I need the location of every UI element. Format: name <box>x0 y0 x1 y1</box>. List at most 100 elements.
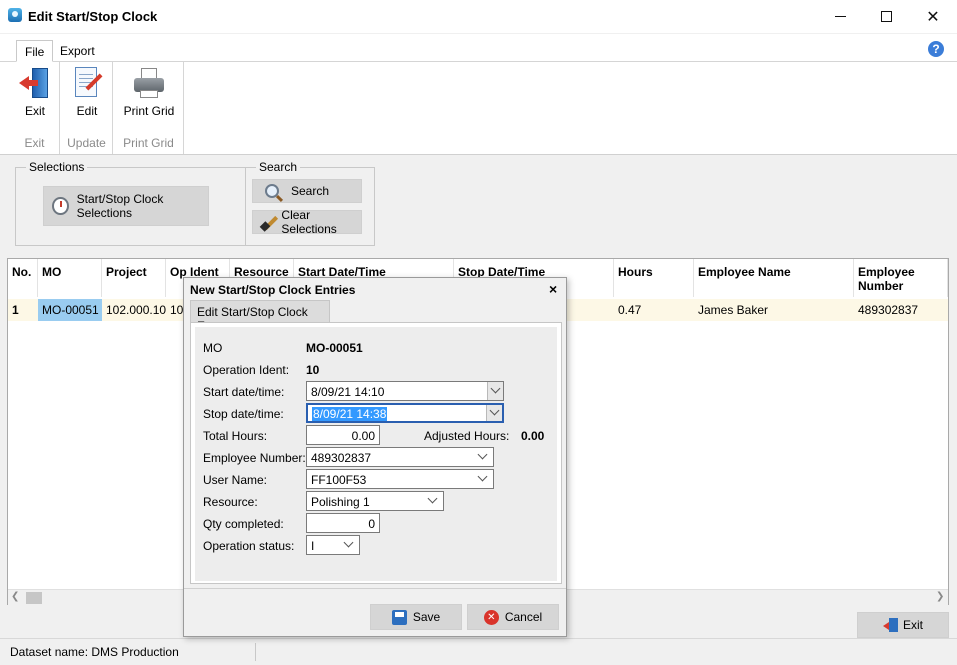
resource-select[interactable]: Polishing 1 <box>306 491 444 511</box>
cell-hours: 0.47 <box>618 303 642 317</box>
broom-icon <box>261 214 277 230</box>
operation-status-label: Operation status: <box>203 539 295 553</box>
chevron-down-icon <box>427 493 438 504</box>
column-header-employee-name[interactable]: Employee Name <box>694 259 854 297</box>
cell-employee-number: 489302837 <box>858 303 919 317</box>
chevron-down-icon <box>477 471 488 482</box>
start-date-label: Start date/time: <box>203 385 285 399</box>
mo-value: MO-00051 <box>306 341 363 355</box>
save-disk-icon <box>391 609 407 625</box>
close-window-button[interactable]: ✕ <box>910 0 956 33</box>
start-date-time-input[interactable]: 8/09/21 14:10 <box>306 381 504 401</box>
search-button-label: Search <box>291 184 330 198</box>
print-grid-ribbon-button[interactable]: Print Grid <box>114 66 184 118</box>
exit-ribbon-button[interactable]: Exit <box>10 66 60 118</box>
dialog-divider <box>184 588 566 589</box>
status-divider <box>255 643 256 661</box>
user-name-value: FF100F53 <box>311 473 367 487</box>
total-hours-label: Total Hours: <box>203 429 268 443</box>
resource-value: Polishing 1 <box>311 495 370 509</box>
maximize-button[interactable] <box>863 0 909 33</box>
qty-completed-label: Qty completed: <box>203 517 284 531</box>
column-header-project[interactable]: Project <box>102 259 166 297</box>
group-label-update: Update <box>67 136 106 150</box>
tab-edit-clock-entry[interactable]: Edit Start/Stop Clock Entry <box>190 300 330 333</box>
cancel-x-icon: ✕ <box>483 609 499 625</box>
dialog-close-icon[interactable]: × <box>549 281 557 297</box>
selections-panel: Selections Start/Stop Clock Selections <box>15 160 246 246</box>
operation-status-select[interactable]: I <box>306 535 360 555</box>
adjusted-hours-value: 0.00 <box>521 429 545 443</box>
scrollbar-thumb[interactable] <box>26 592 42 604</box>
app-icon <box>8 8 22 22</box>
chevron-down-icon <box>489 405 500 416</box>
chevron-down-icon <box>490 383 501 394</box>
cell-no: 1 <box>12 303 19 317</box>
qty-completed-input[interactable]: 0 <box>306 513 380 533</box>
cancel-button-label: Cancel <box>504 610 543 624</box>
search-button[interactable]: Search <box>252 179 362 203</box>
group-label-print-grid: Print Grid <box>123 136 174 150</box>
chevron-down-icon <box>477 449 488 460</box>
user-name-label: User Name: <box>203 473 268 487</box>
exit-button-label: Exit <box>902 618 923 632</box>
adjusted-hours-label: Adjusted Hours: <box>424 429 510 443</box>
title-bar: Edit Start/Stop Clock ✕ <box>0 0 957 33</box>
stop-date-dropdown-button[interactable] <box>486 405 502 421</box>
stop-date-label: Stop date/time: <box>203 407 284 421</box>
edit-ribbon-button[interactable]: Edit <box>61 66 113 118</box>
window-title: Edit Start/Stop Clock <box>28 9 158 24</box>
status-bar: Dataset name: DMS Production <box>0 638 957 665</box>
operation-ident-value: 10 <box>306 363 320 377</box>
search-panel: Search Search Clear Selections <box>245 160 375 246</box>
start-date-dropdown-button[interactable] <box>487 382 503 400</box>
cancel-button[interactable]: ✕ Cancel <box>467 604 559 630</box>
minimize-icon <box>834 15 846 18</box>
new-clock-entry-dialog: New Start/Stop Clock Entries × Edit Star… <box>183 277 567 637</box>
exit-ribbon-label: Exit <box>24 104 45 118</box>
exit-door-icon <box>18 66 52 100</box>
ribbon-group-print: Print Grid Print Grid <box>114 62 184 154</box>
clear-selections-label: Clear Selections <box>281 208 337 236</box>
magnifier-icon <box>265 184 279 198</box>
user-name-select[interactable]: FF100F53 <box>306 469 494 489</box>
exit-button[interactable]: Exit <box>857 612 949 638</box>
tab-export[interactable]: Export <box>52 40 103 62</box>
dialog-title: New Start/Stop Clock Entries <box>190 283 356 297</box>
dialog-panel: MO MO-00051 Operation Ident: 10 Start da… <box>190 322 562 584</box>
save-button[interactable]: Save <box>370 604 462 630</box>
printer-icon <box>132 66 166 100</box>
dialog-form: MO MO-00051 Operation Ident: 10 Start da… <box>195 327 557 581</box>
scroll-right-icon[interactable]: ❯ <box>936 591 944 602</box>
print-grid-ribbon-label: Print Grid <box>123 104 175 118</box>
clear-selections-button[interactable]: Clear Selections <box>252 208 362 236</box>
maximize-icon <box>880 11 892 22</box>
start-date-time-value: 8/09/21 14:10 <box>311 385 385 399</box>
stop-date-time-value: 8/09/21 14:38 <box>312 407 388 421</box>
minimize-button[interactable] <box>817 0 863 33</box>
mo-label: MO <box>203 341 223 355</box>
save-button-label: Save <box>412 610 441 624</box>
dataset-name-status: Dataset name: DMS Production <box>10 645 179 659</box>
stop-date-time-input[interactable]: 8/09/21 14:38 <box>306 403 504 423</box>
ribbon-tabs: File Export ? <box>0 34 957 62</box>
total-hours-input[interactable]: 0.00 <box>306 425 380 445</box>
operation-status-value: I <box>311 539 315 553</box>
exit-door-icon <box>882 617 899 633</box>
column-header-hours[interactable]: Hours <box>614 259 694 297</box>
column-header-mo[interactable]: MO <box>38 259 102 297</box>
tab-file[interactable]: File <box>16 40 54 62</box>
employee-number-select[interactable]: 489302837 <box>306 447 494 467</box>
close-icon: ✕ <box>926 8 940 26</box>
selections-legend: Selections <box>26 160 88 174</box>
column-header-no[interactable]: No. <box>8 259 38 297</box>
help-icon[interactable]: ? <box>928 41 944 57</box>
ribbon-group-update: Edit Update <box>61 62 113 154</box>
resource-label: Resource: <box>203 495 258 509</box>
start-stop-clock-selections-label: Start/Stop Clock Selections <box>76 192 164 220</box>
column-header-employee-number[interactable]: Employee Number <box>854 259 948 297</box>
employee-number-value: 489302837 <box>311 451 372 465</box>
scroll-left-icon[interactable]: ❮ <box>11 591 19 602</box>
start-stop-clock-selections-button[interactable]: Start/Stop Clock Selections <box>43 186 209 226</box>
cell-mo[interactable]: MO-00051 <box>38 299 102 321</box>
